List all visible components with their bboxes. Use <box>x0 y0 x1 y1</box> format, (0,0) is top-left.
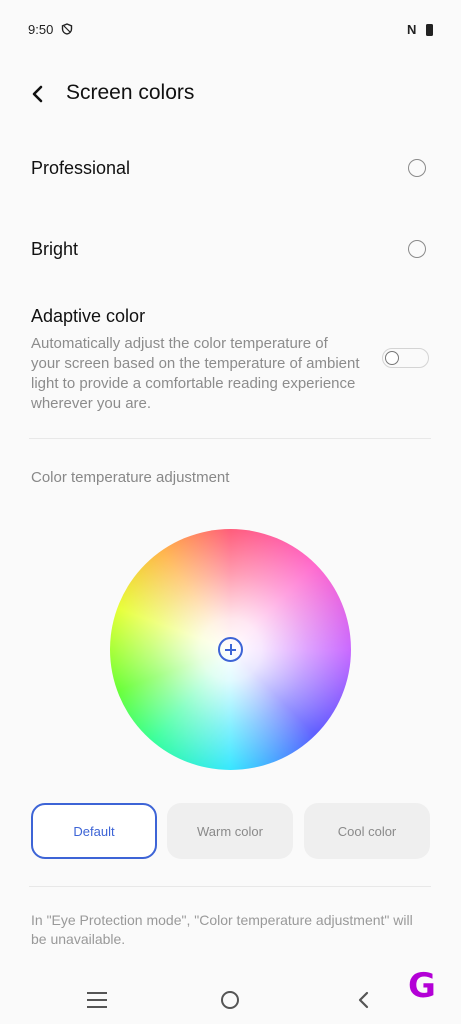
battery-icon <box>426 24 433 36</box>
adaptive-color-row[interactable]: Adaptive color Automatically adjust the … <box>0 300 461 420</box>
menu-icon[interactable] <box>87 992 107 1008</box>
option-label: Bright <box>31 239 79 259</box>
color-picker-handle-icon[interactable] <box>218 637 243 662</box>
status-time: 9:50 <box>28 22 54 37</box>
preset-default-button[interactable]: Default <box>31 803 157 859</box>
adaptive-color-toggle[interactable] <box>382 348 429 368</box>
radio-bright[interactable] <box>408 240 426 258</box>
radio-professional[interactable] <box>408 159 426 177</box>
page-title: Screen colors <box>66 81 195 104</box>
shield-icon <box>61 23 73 35</box>
nfc-icon: N <box>407 22 417 37</box>
preset-cool-button[interactable]: Cool color <box>304 803 430 859</box>
preset-warm-button[interactable]: Warm color <box>167 803 293 859</box>
divider <box>29 886 431 887</box>
option-bright[interactable]: Bright <box>0 221 461 281</box>
watermark-logo: G <box>408 966 436 1006</box>
option-label: Professional <box>31 158 131 178</box>
adaptive-color-description: Automatically adjust the color temperatu… <box>31 335 360 412</box>
back-icon[interactable] <box>352 988 376 1012</box>
header: Screen colors <box>0 62 461 126</box>
status-bar: 9:50 N <box>0 0 461 62</box>
option-professional[interactable]: Professional <box>0 140 461 200</box>
color-wheel[interactable] <box>110 529 351 770</box>
color-temperature-label: Color temperature adjustment <box>31 469 230 486</box>
toggle-knob <box>385 351 399 365</box>
adaptive-color-title: Adaptive color <box>31 306 146 326</box>
eye-protection-note: In "Eye Protection mode", "Color tempera… <box>31 912 413 947</box>
home-icon[interactable] <box>221 991 239 1009</box>
chevron-left-icon[interactable] <box>22 78 54 110</box>
divider <box>29 438 431 439</box>
navigation-bar <box>0 975 461 1024</box>
